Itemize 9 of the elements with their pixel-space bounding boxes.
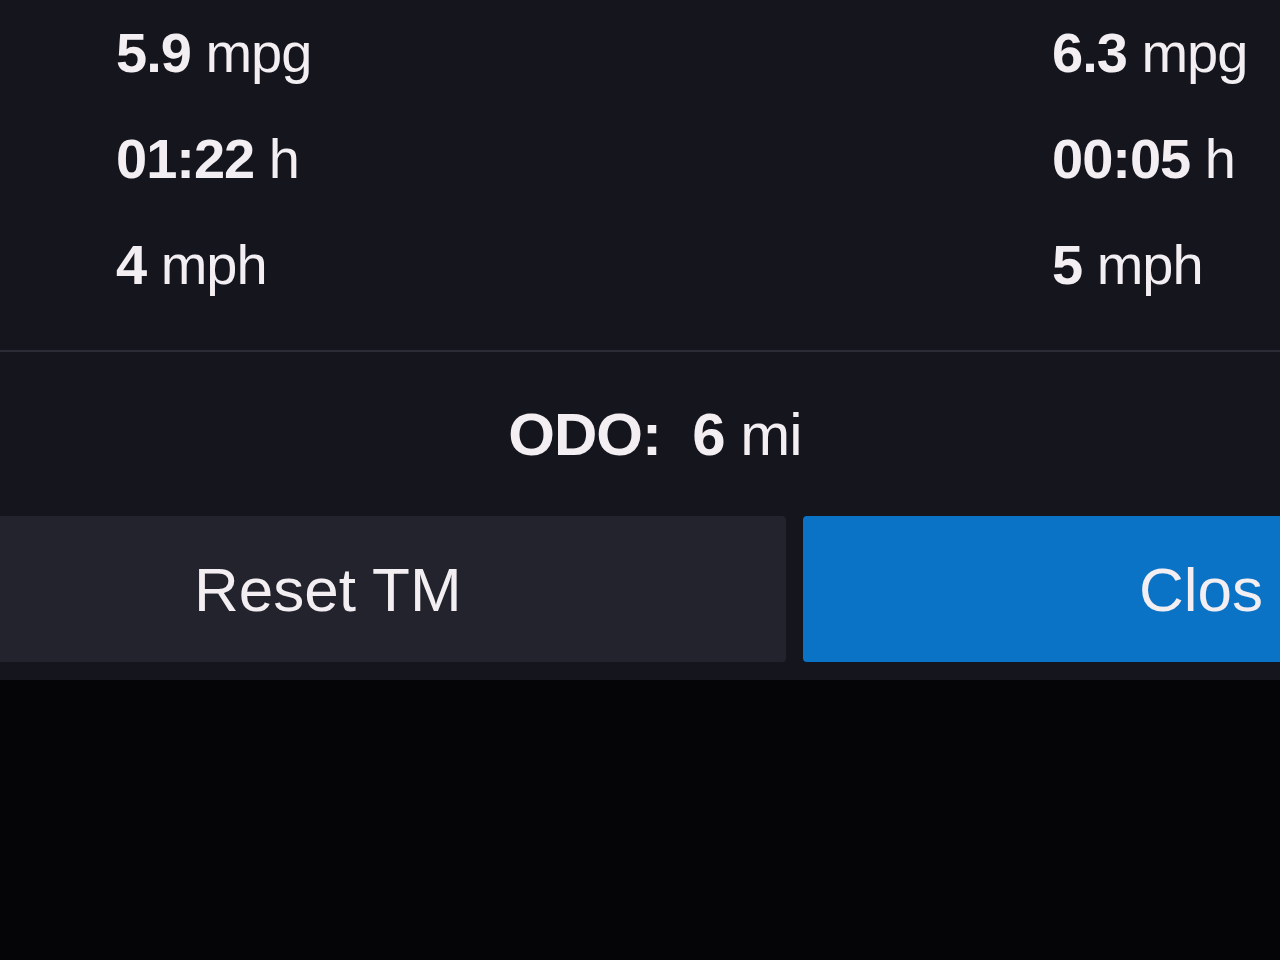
close-button[interactable]: Clos [803, 516, 1280, 662]
trip-reading: 4 mph [116, 232, 268, 298]
trip-reading: 5 mph [1052, 232, 1204, 298]
trip-reading: 6.3 mpg [1052, 20, 1249, 86]
trip-reading: 01:22 h [116, 126, 300, 192]
trip-reading: 00:05 h [1052, 126, 1236, 192]
reset-button[interactable]: Reset TM [0, 516, 786, 662]
trip-reading: 5.9 mpg [116, 20, 312, 86]
odometer-reading: ODO: 6 mi [508, 399, 802, 469]
